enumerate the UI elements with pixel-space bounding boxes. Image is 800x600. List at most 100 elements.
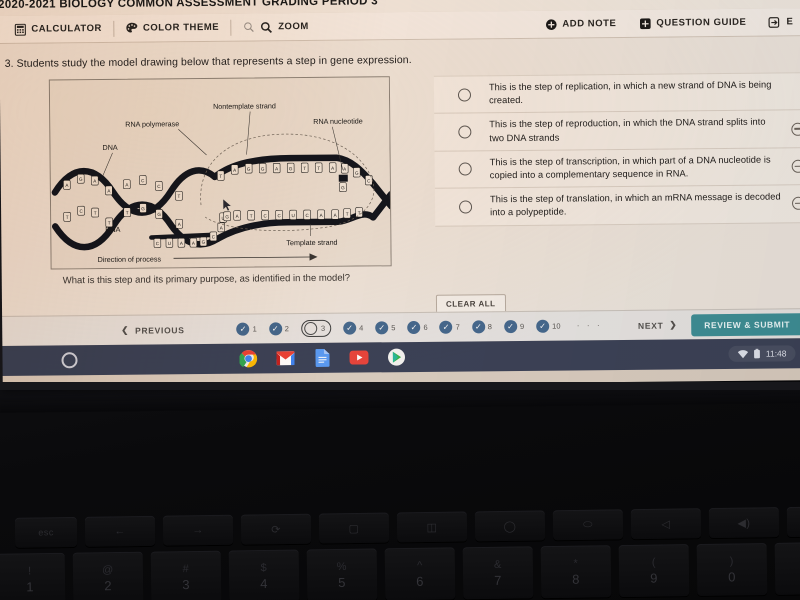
key-number: 5: [338, 574, 347, 590]
review-submit-button[interactable]: REVIEW & SUBMIT: [691, 312, 800, 336]
question-nav-item[interactable]: ✓ 4: [343, 321, 364, 335]
svg-text:T: T: [358, 211, 361, 216]
option-text: This is the step of transcription, in wh…: [489, 154, 771, 181]
question-nav-item[interactable]: ✓ 7: [439, 320, 460, 334]
svg-text:G: G: [202, 240, 206, 245]
keyboard-key[interactable]: $4: [228, 549, 300, 600]
zoom-label: ZOOM: [278, 20, 309, 33]
label-direction-of-process: Direction of process: [98, 254, 162, 264]
question-nav-item[interactable]: ✓ 10: [536, 319, 561, 333]
question-number: 10: [552, 321, 561, 331]
question-status-bubble: ✓: [236, 322, 250, 336]
chrome-icon[interactable]: [239, 349, 258, 368]
option-radio[interactable]: [457, 88, 472, 102]
keyboard-key[interactable]: _-: [774, 541, 800, 595]
keyboard-key[interactable]: ) 0: [696, 543, 768, 596]
keyboard-key[interactable]: ⟳: [240, 513, 312, 545]
keyboard-key[interactable]: →: [162, 514, 234, 546]
docs-icon[interactable]: [313, 348, 332, 367]
question-number: 9: [519, 321, 525, 331]
question-guide-button[interactable]: QUESTION GUIDE: [627, 16, 757, 30]
keyboard-key[interactable]: @2: [72, 551, 144, 600]
key-number: 1: [26, 578, 35, 594]
keyboard-key[interactable]: % 5: [306, 548, 378, 600]
keyboard-key[interactable]: ◁: [630, 508, 702, 540]
question-nav-item[interactable]: ✓ 9: [503, 320, 525, 334]
launcher-icon[interactable]: [61, 352, 78, 369]
gmail-icon[interactable]: [276, 349, 295, 368]
question-number: 4: [359, 323, 364, 333]
label-nontemplate-strand: Nontemplate strand: [213, 101, 276, 111]
key-symbol: $: [260, 561, 268, 574]
answer-option[interactable]: This is the step of translation, in whic…: [434, 185, 800, 227]
exit-icon: [768, 15, 781, 28]
keyboard-key[interactable]: ◀)): [786, 506, 800, 538]
option-radio[interactable]: [458, 162, 472, 177]
keyboard-key[interactable]: (9: [618, 544, 690, 598]
question-prompt: 3. Students study the model drawing belo…: [4, 54, 412, 70]
add-note-button[interactable]: ADD NOTE: [533, 17, 627, 31]
key-number: 4: [260, 575, 269, 591]
question-nav-item[interactable]: ✓ 8: [471, 320, 492, 334]
key-number: 8: [572, 571, 581, 587]
question-number: 5: [391, 323, 396, 333]
exit-label: E: [786, 16, 794, 28]
question-nav-item[interactable]: ✓ 6: [407, 320, 428, 335]
keyboard-key[interactable]: ! 1: [0, 552, 66, 600]
calculator-button[interactable]: CALCULATOR: [2, 22, 113, 36]
color-theme-button[interactable]: COLOR THEME: [114, 21, 230, 35]
question-nav-item[interactable]: 3: [300, 319, 332, 338]
shelf-app-list: [239, 348, 406, 369]
answer-option[interactable]: This is the step of transcription, in wh…: [434, 147, 800, 189]
keyboard-key[interactable]: & 7: [462, 546, 534, 600]
question-nav-item[interactable]: ✓ 5: [375, 321, 396, 335]
keyboard-key[interactable]: ◯: [474, 510, 546, 542]
option-radio[interactable]: [459, 200, 473, 214]
answer-option[interactable]: This is the step of reproduction, in whi…: [434, 110, 800, 152]
previous-button[interactable]: ❮ PREVIOUS: [121, 324, 184, 336]
keyboard-key[interactable]: #3: [150, 550, 222, 600]
chevron-left-icon: ❮: [121, 324, 130, 335]
question-nav-item[interactable]: ✓ 1: [236, 322, 257, 336]
question-content: 3. Students study the model drawing belo…: [0, 36, 800, 316]
zoom-button[interactable]: ZOOM: [231, 20, 320, 34]
keyboard-key[interactable]: ◀): [708, 507, 780, 539]
keyboard-key[interactable]: * 8: [540, 545, 612, 599]
option-radio[interactable]: [458, 125, 472, 139]
keyboard-key[interactable]: ⬭: [552, 509, 624, 541]
system-tray[interactable]: 11:48: [728, 345, 796, 362]
question-nav-item[interactable]: ✓ 2: [268, 322, 289, 336]
keyboard-key[interactable]: ◫: [396, 511, 468, 543]
chevron-right-icon: ❯: [669, 319, 678, 330]
youtube-icon[interactable]: [349, 348, 369, 367]
svg-text:T: T: [317, 166, 320, 171]
question-status-bubble: ✓: [471, 320, 485, 334]
eliminate-option-icon[interactable]: [791, 159, 800, 173]
transcription-diagram-svg: .lbl { font-family: "Liberation Sans", s…: [49, 77, 392, 270]
exit-button[interactable]: E: [757, 15, 800, 28]
svg-text:T: T: [178, 194, 181, 199]
answer-option[interactable]: This is the step of replication, in whic…: [433, 72, 800, 115]
key-number: 6: [416, 573, 425, 589]
keyboard-key[interactable]: ^ 6: [384, 547, 456, 600]
svg-text:G: G: [355, 171, 359, 176]
eliminate-option-icon[interactable]: [791, 197, 800, 211]
svg-text:U: U: [291, 213, 294, 218]
key-symbol: ^: [416, 559, 423, 572]
label-dna: DNA: [102, 143, 117, 152]
eliminate-option-icon[interactable]: [791, 122, 800, 136]
keyboard-key[interactable]: ←: [84, 515, 156, 547]
svg-text:G: G: [225, 214, 229, 219]
option-text: This is the step of translation, in whic…: [489, 191, 781, 218]
keyboard-key[interactable]: esc: [14, 516, 78, 548]
key-number: 7: [494, 572, 503, 588]
next-button[interactable]: NEXT ❯: [638, 319, 677, 330]
question-guide-label: QUESTION GUIDE: [656, 16, 747, 29]
play-store-icon[interactable]: [387, 348, 406, 367]
chromebook-screen: 2020-2021 BIOLOGY COMMON ASSESSMENT GRAD…: [0, 0, 800, 388]
question-status-bubble: [303, 321, 317, 336]
key-symbol: &: [493, 558, 502, 571]
question-subprompt: What is this step and its primary purpos…: [62, 272, 351, 287]
keyboard-key[interactable]: ▢: [318, 512, 390, 544]
answer-options: This is the step of replication, in whic…: [433, 72, 800, 227]
